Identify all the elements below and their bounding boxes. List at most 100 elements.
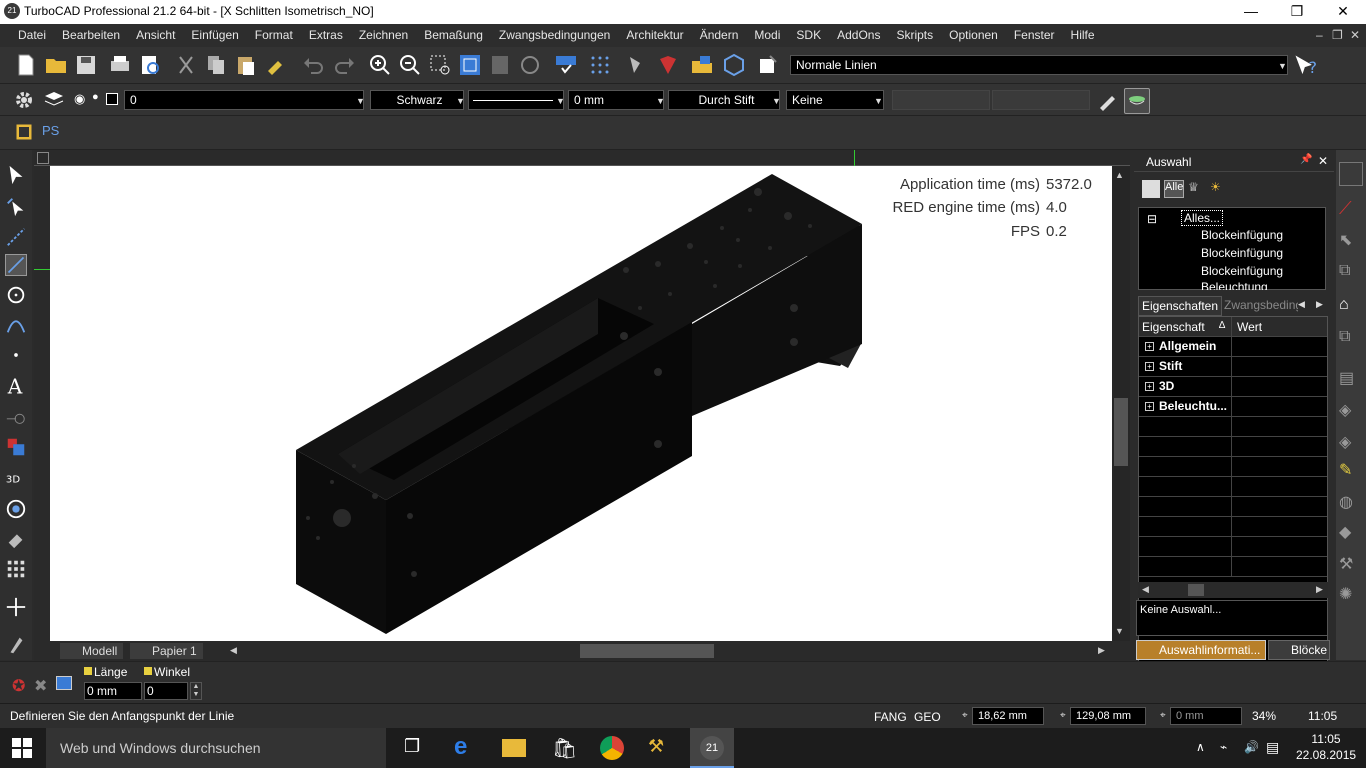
color-dropdown[interactable]: Schwarz <box>370 90 464 110</box>
group-row[interactable]: + Allgemein <box>1139 337 1327 357</box>
zoom-previous-icon[interactable] <box>518 53 542 77</box>
cad-app-icon[interactable]: ⚒ <box>648 736 672 760</box>
sort-icon[interactable]: ∆ <box>1219 320 1225 331</box>
snap-toggle[interactable]: FANG <box>874 710 907 724</box>
layer-dropdown[interactable]: 0 <box>124 90 364 110</box>
chrome-icon[interactable] <box>600 736 624 760</box>
shapes-icon[interactable]: ◈ <box>1339 432 1363 456</box>
tree-item-lighting[interactable]: Beleuchtung <box>1201 280 1268 290</box>
zoom-in-icon[interactable] <box>368 53 392 77</box>
menu-item-13[interactable]: AddOns <box>829 24 888 47</box>
vertical-scrollbar[interactable]: ▲ ▼ <box>1112 166 1130 641</box>
layer-color-swatch[interactable] <box>106 93 118 105</box>
copy-icon[interactable] <box>204 53 228 77</box>
array-tool-icon[interactable] <box>5 558 27 580</box>
x-coordinate[interactable]: 18,62 mm <box>972 707 1044 725</box>
dimension-tool-icon[interactable] <box>5 406 27 428</box>
y-coordinate[interactable]: 129,08 mm <box>1070 707 1146 725</box>
open-folder-icon[interactable] <box>44 53 68 77</box>
menu-item-6[interactable]: Zeichnen <box>351 24 416 47</box>
menu-item-3[interactable]: Einfügen <box>183 24 246 47</box>
paper-space-label[interactable]: PS <box>42 123 59 138</box>
sphere-icon[interactable]: ◍ <box>1339 492 1363 516</box>
expand-icon[interactable]: + <box>1145 342 1154 351</box>
finish-icon[interactable]: ✪ <box>12 676 25 696</box>
group-row[interactable]: +3D <box>1139 377 1327 397</box>
context-help-icon[interactable]: ? <box>1292 52 1320 80</box>
expand-icon[interactable]: + <box>1145 362 1154 371</box>
task-view-icon[interactable]: ❐ <box>404 736 428 760</box>
col-property-header[interactable]: Eigenschaft <box>1142 320 1205 334</box>
material-cup-icon[interactable] <box>1124 88 1150 114</box>
cancel-icon[interactable]: ✖ <box>34 676 47 696</box>
measure-tool-icon[interactable] <box>5 596 27 618</box>
tray-chevron-icon[interactable]: ∧ <box>1196 740 1205 754</box>
scroll-up-icon[interactable]: ▲ <box>1115 170 1124 180</box>
panel-hscroll[interactable]: ◀ ▶ <box>1138 582 1328 598</box>
filter-lights-icon[interactable]: ☀ <box>1210 180 1228 198</box>
print-preview-icon[interactable] <box>138 53 162 77</box>
tab-properties[interactable]: Eigenschaften <box>1138 296 1222 316</box>
selection-tree[interactable]: ⊟ Alles... Blockeinfügung Blockeinfügung… <box>1138 207 1326 290</box>
scroll-thumb[interactable] <box>1114 398 1128 466</box>
menu-item-8[interactable]: Zwangsbedingungen <box>491 24 618 47</box>
volume-icon[interactable]: 🔊 <box>1244 740 1259 754</box>
menu-item-11[interactable]: Modi <box>746 24 788 47</box>
network-icon[interactable]: ⌁ <box>1220 740 1227 754</box>
angle-stepper[interactable]: ▲ ▼ <box>190 682 202 700</box>
scroll-down-icon[interactable]: ▼ <box>1115 626 1124 636</box>
group-row[interactable]: + Beleuchtu... <box>1139 397 1327 417</box>
zoom-out-icon[interactable] <box>398 53 422 77</box>
pin-icon[interactable]: 📌 <box>1300 154 1312 165</box>
grid-snap-icon[interactable] <box>588 53 612 77</box>
layers-icon[interactable]: ◈ <box>1339 400 1363 424</box>
mdi-restore-button[interactable]: ❐ <box>1332 28 1343 42</box>
circle-tool-icon[interactable] <box>5 284 27 306</box>
spellcheck-icon[interactable] <box>554 53 578 77</box>
wrench-icon[interactable]: ⚒ <box>1339 554 1363 578</box>
windows-start-icon[interactable] <box>12 738 32 758</box>
z-coordinate[interactable]: 0 mm <box>1170 707 1242 725</box>
chevron-down-icon[interactable]: ▼ <box>556 96 565 106</box>
point-line-icon[interactable] <box>5 226 27 248</box>
lock-angle-icon[interactable] <box>144 667 152 675</box>
select-arrow-icon[interactable] <box>5 164 27 186</box>
diamond-icon[interactable]: ◆ <box>1339 522 1363 546</box>
menu-item-4[interactable]: Format <box>247 24 301 47</box>
mdi-minimize-button[interactable]: – <box>1316 28 1323 42</box>
minimize-button[interactable]: — <box>1228 0 1274 24</box>
library-icon[interactable] <box>690 53 714 77</box>
tab-blocks[interactable]: Blöcke <box>1268 640 1330 660</box>
stack-icon[interactable]: ⧉ <box>1339 328 1363 352</box>
tab-model[interactable]: Modell <box>60 643 124 659</box>
turbocad-taskbar-button[interactable]: 21 <box>690 728 734 768</box>
zoom-extents-icon[interactable] <box>458 53 482 77</box>
scroll-right-icon[interactable]: ▶ <box>1098 645 1105 656</box>
mdi-close-button[interactable]: ✕ <box>1350 28 1360 42</box>
chevron-down-icon[interactable]: ▼ <box>356 96 365 106</box>
undo-icon[interactable] <box>302 53 326 77</box>
tab-constraints[interactable]: Zwangsbeding <box>1224 296 1298 316</box>
menu-item-1[interactable]: Bearbeiten <box>54 24 128 47</box>
layer-visibility-toggles[interactable]: ◉ ● <box>74 91 124 109</box>
3d-tool-icon[interactable]: 3D <box>5 468 27 490</box>
tree-expand-icon[interactable]: ⊟ <box>1147 212 1157 226</box>
taskbar-search-box[interactable]: Web und Windows durchsuchen <box>46 728 386 768</box>
layer-stack-icon[interactable] <box>42 88 66 112</box>
menu-item-15[interactable]: Optionen <box>941 24 1006 47</box>
scroll-right-icon[interactable]: ▶ <box>1316 584 1323 595</box>
3d-cube-icon[interactable] <box>722 53 746 77</box>
scroll-left-icon[interactable]: ◀ <box>1142 584 1149 595</box>
geo-toggle[interactable]: GEO <box>914 710 941 724</box>
col-value-header[interactable]: Wert <box>1237 320 1262 334</box>
tab-prev-icon[interactable]: ◀ <box>1298 299 1305 310</box>
point-tool-icon[interactable] <box>5 344 27 366</box>
chevron-down-icon[interactable]: ▼ <box>456 96 465 106</box>
mesh-tool-icon[interactable] <box>5 634 27 656</box>
group-row[interactable]: + Stift <box>1139 357 1327 377</box>
horizontal-scroll-thumb[interactable] <box>580 644 714 658</box>
lock-icon[interactable]: ● <box>92 91 99 103</box>
edge-browser-icon[interactable]: e <box>454 735 478 760</box>
gear-small-icon[interactable]: ✺ <box>1339 584 1363 608</box>
tab-paper-1[interactable]: Papier 1 <box>130 643 203 659</box>
